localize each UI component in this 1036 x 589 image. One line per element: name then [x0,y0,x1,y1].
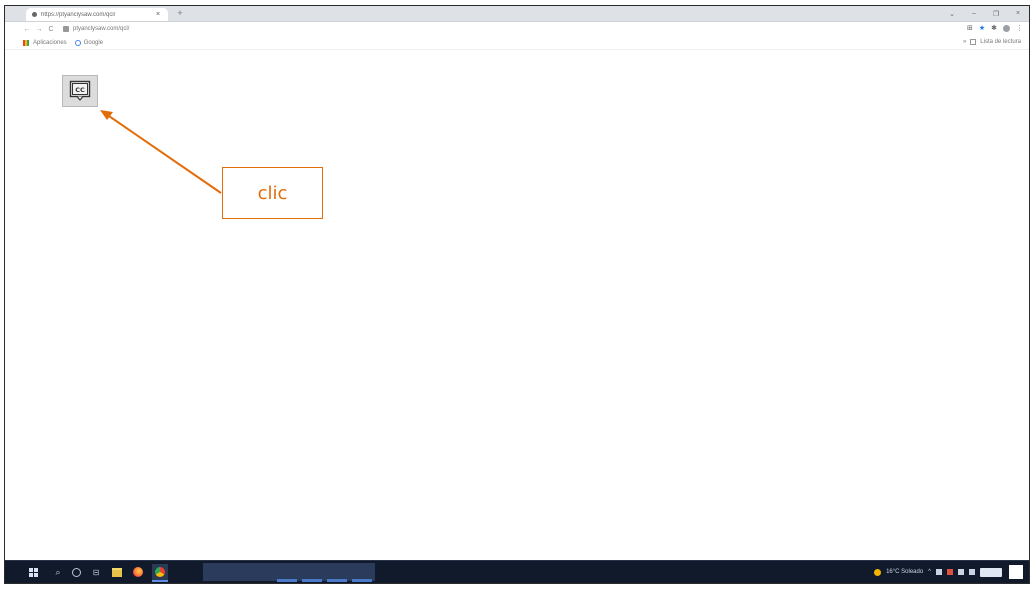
restore-button[interactable]: ❐ [985,10,1007,18]
battery-icon[interactable] [969,569,975,575]
weather-sun-icon [874,568,882,576]
tray-chevron-icon[interactable]: ^ [928,569,931,575]
globe-icon [32,12,37,17]
start-button[interactable] [25,565,41,579]
taskbar-search-icon[interactable]: ⌕ [51,565,65,579]
cortana-icon [71,567,81,577]
bookmarks-overflow-icon[interactable]: » [963,39,966,45]
closed-captions-icon: CC [69,80,91,101]
bookmark-google[interactable]: Google [74,39,104,46]
windows-taskbar: ⌕ ⊟ 16°C Soleado ^ [5,560,1029,583]
tab-search-icon[interactable]: ⌄ [941,10,963,18]
bookmark-label: Google [83,39,104,46]
bookmarks-right: » Lista de lectura [963,39,1021,45]
reload-button[interactable]: C [45,26,57,33]
firefox-icon [133,567,143,577]
closed-captions-button[interactable]: CC [62,75,98,107]
system-tray: 16°C Soleado ^ [874,561,1023,583]
notifications-button[interactable] [1009,565,1023,579]
close-tab-icon[interactable]: × [154,11,162,18]
address-bar[interactable]: ptyanclysaw.com/qcl/ [63,24,223,34]
translate-icon[interactable]: ⊞ [967,24,973,32]
taskbar-app-indicator [327,579,347,582]
weather-text[interactable]: 16°C Soleado [886,569,923,575]
back-button[interactable]: ← [21,26,33,33]
firefox-button[interactable] [131,565,145,579]
arrow-head [100,110,113,120]
new-tab-button[interactable]: + [175,8,185,18]
folder-icon [112,567,122,577]
cortana-button[interactable] [69,565,83,579]
reading-list-icon [970,39,977,45]
annotation-label: clic [257,182,288,204]
google-icon [74,39,81,46]
task-view-icon[interactable]: ⊟ [89,565,103,579]
window-controls: ⌄ – ❐ × [941,6,1029,21]
reading-list-label[interactable]: Lista de lectura [980,39,1021,45]
bookmark-label: Aplicaciones [33,39,67,46]
chrome-button[interactable] [152,564,168,582]
tab-title: https://ptyanclysaw.com/qcl/ [41,11,116,18]
extensions-icon[interactable]: ✱ [991,24,997,32]
chrome-icon [155,567,165,577]
menu-icon[interactable]: ⋮ [1016,24,1023,32]
taskbar-app-indicator [277,579,297,582]
browser-toolbar: ← → C ptyanclysaw.com/qcl/ ⊞ ★ ✱ ⋮ [5,22,1029,36]
windows-logo-icon [28,567,38,577]
file-explorer-button[interactable] [110,565,124,579]
taskbar-app-indicator [302,579,322,582]
annotation-arrow [100,110,222,194]
apps-grid-icon [23,39,29,46]
bookmarks-bar: Aplicaciones Google » Lista de lectura [5,36,1029,50]
close-window-button[interactable]: × [1007,10,1029,17]
taskbar-app-indicator [352,579,372,582]
browser-tab[interactable]: https://ptyanclysaw.com/qcl/ × [26,8,168,21]
antivirus-icon[interactable] [947,569,953,575]
cc-text: CC [75,86,85,94]
arrow-line [105,113,222,194]
lock-icon [63,26,69,32]
url-text: ptyanclysaw.com/qcl/ [73,26,130,32]
toolbar-actions: ⊞ ★ ✱ ⋮ [967,24,1023,32]
minimize-button[interactable]: – [963,10,985,17]
tab-strip: https://ptyanclysaw.com/qcl/ × + ⌄ – ❐ × [5,6,1029,22]
screenshot-frame: https://ptyanclysaw.com/qcl/ × + ⌄ – ❐ ×… [4,5,1030,584]
network-icon[interactable] [936,569,942,575]
bookmark-star-icon[interactable]: ★ [979,24,985,32]
profile-avatar[interactable] [1003,25,1010,32]
volume-icon[interactable] [958,569,964,575]
annotation-callout: clic [222,167,323,219]
forward-button[interactable]: → [33,26,45,33]
bookmark-apps[interactable]: Aplicaciones [23,39,67,46]
clock[interactable] [980,567,1002,577]
